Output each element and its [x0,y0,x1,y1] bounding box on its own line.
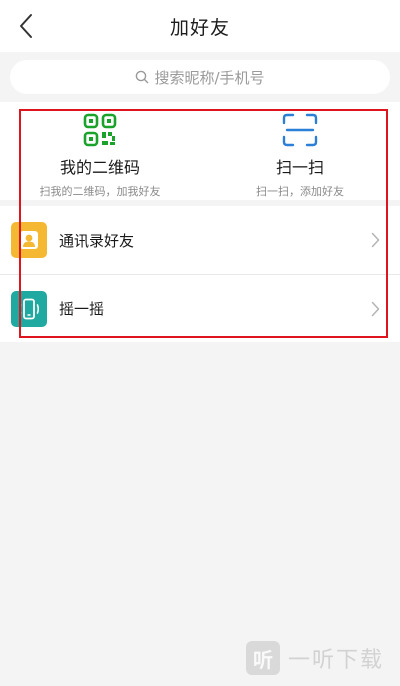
back-button[interactable] [14,12,38,40]
list-item-contacts[interactable]: 通讯录好友 [0,206,400,274]
my-qr-code-subtitle: 扫我的二维码，加我好友 [39,185,161,198]
search-input[interactable]: 搜索昵称/手机号 [10,60,390,94]
scan-subtitle: 扫一扫，添加好友 [256,185,344,198]
scan-button[interactable]: 扫一扫 扫一扫，添加好友 [200,102,400,200]
search-icon [136,70,149,84]
watermark-logo-icon: 听 [246,641,280,675]
quick-actions-panel: 我的二维码 扫我的二维码，加我好友 扫一扫 扫一扫，添加好友 [0,102,400,200]
contacts-icon [11,222,47,258]
list-item-label: 通讯录好友 [59,231,135,250]
scan-title: 扫一扫 [275,158,324,177]
qr-code-icon [83,113,117,147]
list-item-label: 摇一摇 [59,300,105,318]
list-item-shake[interactable]: 摇一摇 [0,274,400,342]
nav-bar: 加好友 [0,0,400,52]
chevron-right-icon [371,301,380,317]
my-qr-code-button[interactable]: 我的二维码 扫我的二维码，加我好友 [0,102,200,200]
my-qr-code-title: 我的二维码 [59,158,140,177]
page-title: 加好友 [169,16,230,39]
chevron-right-icon [371,232,380,248]
chevron-left-icon [20,14,32,38]
watermark-text: 一听下载 [288,648,385,673]
watermark: 听 一听下载 [246,640,384,676]
search-placeholder: 搜索昵称/手机号 [154,68,265,87]
scan-icon [282,113,318,147]
add-friend-options-list: 通讯录好友 摇一摇 [0,206,400,342]
phone-shake-icon [11,290,47,327]
search-area: 搜索昵称/手机号 [0,52,400,102]
